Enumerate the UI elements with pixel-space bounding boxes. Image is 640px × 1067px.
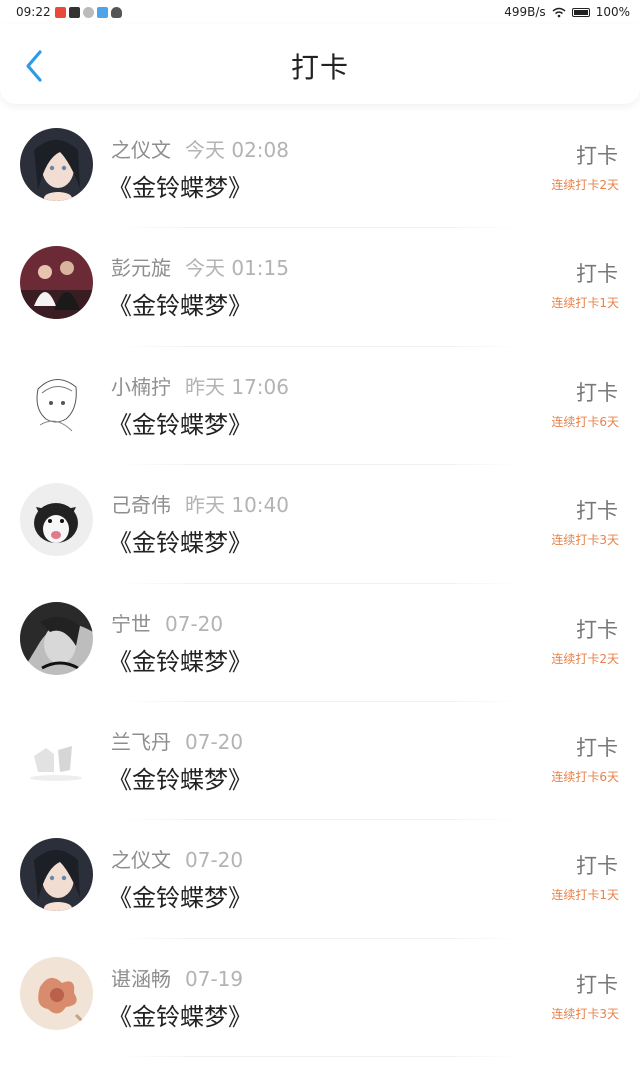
user-name[interactable]: 彭元旋 [111, 256, 171, 280]
book-title[interactable]: 《金铃蝶梦》 [108, 642, 252, 677]
user-info: 谌涵畅 07-19 [111, 963, 243, 992]
avatar[interactable] [20, 719, 93, 793]
streak-label: 连续打卡6天 [551, 414, 619, 429]
user-name[interactable]: 兰飞丹 [111, 730, 171, 754]
page-title: 打卡 [290, 51, 349, 84]
avatar[interactable] [20, 601, 93, 675]
list-item[interactable]: 己奇伟 昨天 10:40 《金铃蝶梦》 打卡 连续打卡3天 [0, 465, 640, 584]
checkin-time: 昨天 17:06 [185, 374, 289, 399]
divider [120, 1056, 520, 1058]
list-item[interactable]: 彭元旋 今天 01:15 《金铃蝶梦》 打卡 连续打卡1天 [0, 228, 640, 347]
book-title[interactable]: 《金铃蝶梦》 [108, 168, 252, 203]
book-title[interactable]: 《金铃蝶梦》 [108, 760, 252, 795]
user-info: 彭元旋 今天 01:15 [111, 252, 289, 281]
status-time: 09:22 [16, 5, 51, 19]
checkin-button[interactable]: 打卡 [576, 614, 618, 644]
app-notification-icon [68, 6, 80, 18]
checkin-button[interactable]: 打卡 [576, 377, 618, 407]
checkin-time: 07-20 [185, 848, 244, 873]
user-info: 己奇伟 昨天 10:40 [111, 489, 289, 518]
streak-label: 连续打卡1天 [551, 296, 619, 311]
streak-label: 连续打卡6天 [551, 769, 619, 784]
book-title[interactable]: 《金铃蝶梦》 [108, 997, 252, 1032]
user-name[interactable]: 谌涵畅 [111, 967, 171, 991]
user-info: 兰飞丹 07-20 [111, 726, 243, 755]
book-title[interactable]: 《金铃蝶梦》 [108, 405, 252, 440]
network-speed: 499B/s [504, 5, 546, 19]
avatar[interactable] [20, 483, 93, 557]
checkin-button[interactable]: 打卡 [576, 140, 618, 170]
battery-level: 100% [595, 5, 630, 19]
list-item[interactable]: 小楠拧 昨天 17:06 《金铃蝶梦》 打卡 连续打卡6天 [0, 347, 640, 466]
streak-label: 连续打卡2天 [551, 651, 619, 666]
avatar[interactable] [20, 128, 93, 201]
checkin-time: 07-19 [185, 966, 244, 991]
user-name[interactable]: 之仪文 [111, 138, 171, 162]
notification-icons [54, 6, 122, 18]
avatar[interactable] [20, 956, 93, 1030]
user-name[interactable]: 己奇伟 [111, 493, 171, 517]
streak-label: 连续打卡1天 [551, 888, 619, 903]
book-title[interactable]: 《金铃蝶梦》 [108, 878, 252, 913]
battery-icon [571, 7, 590, 17]
status-bar: 09:22 499B/s 100% [0, 0, 640, 24]
checkin-time: 07-20 [165, 611, 224, 636]
user-info: 之仪文 07-20 [111, 844, 243, 873]
app-notification-icon [96, 6, 108, 18]
qq-icon [110, 6, 122, 18]
book-title[interactable]: 《金铃蝶梦》 [108, 286, 252, 321]
list-item[interactable]: 谌涵畅 07-19 《金铃蝶梦》 打卡 连续打卡3天 [0, 939, 640, 1058]
app-notification-icon [54, 6, 66, 18]
checkin-time: 今天 01:15 [185, 256, 289, 281]
wifi-icon [552, 7, 566, 17]
avatar[interactable] [20, 838, 93, 912]
app-notification-icon [82, 6, 94, 18]
list-item[interactable]: 之仪文 07-20 《金铃蝶梦》 打卡 连续打卡1天 [0, 820, 640, 939]
streak-label: 连续打卡2天 [551, 178, 619, 192]
user-name[interactable]: 宁世 [111, 612, 151, 636]
checkin-list: 之仪文 今天 02:08 《金铃蝶梦》 打卡 连续打卡2天 彭元旋 今天 01:15… [0, 110, 640, 1058]
checkin-button[interactable]: 打卡 [576, 850, 618, 880]
checkin-button[interactable]: 打卡 [576, 969, 618, 999]
user-info: 小楠拧 昨天 17:06 [111, 371, 289, 400]
avatar[interactable] [20, 246, 93, 320]
checkin-time: 昨天 10:40 [185, 493, 289, 518]
checkin-time: 今天 02:08 [185, 138, 289, 162]
checkin-button[interactable]: 打卡 [576, 258, 618, 288]
checkin-time: 07-20 [185, 729, 244, 754]
user-name[interactable]: 小楠拧 [111, 375, 171, 399]
list-item[interactable]: 之仪文 今天 02:08 《金铃蝶梦》 打卡 连续打卡2天 [0, 110, 640, 229]
user-info: 宁世 07-20 [111, 608, 223, 637]
user-info: 之仪文 今天 02:08 [111, 134, 289, 163]
book-title[interactable]: 《金铃蝶梦》 [108, 523, 252, 558]
checkin-button[interactable]: 打卡 [576, 732, 618, 762]
list-item[interactable]: 宁世 07-20 《金铃蝶梦》 打卡 连续打卡2天 [0, 584, 640, 702]
top-bar: 打卡 [0, 24, 640, 104]
checkin-button[interactable]: 打卡 [576, 495, 618, 525]
streak-label: 连续打卡3天 [551, 533, 619, 548]
list-item[interactable]: 兰飞丹 07-20 《金铃蝶梦》 打卡 连续打卡6天 [0, 702, 640, 821]
avatar[interactable] [20, 364, 93, 438]
streak-label: 连续打卡3天 [551, 1006, 619, 1021]
user-name[interactable]: 之仪文 [111, 848, 171, 872]
